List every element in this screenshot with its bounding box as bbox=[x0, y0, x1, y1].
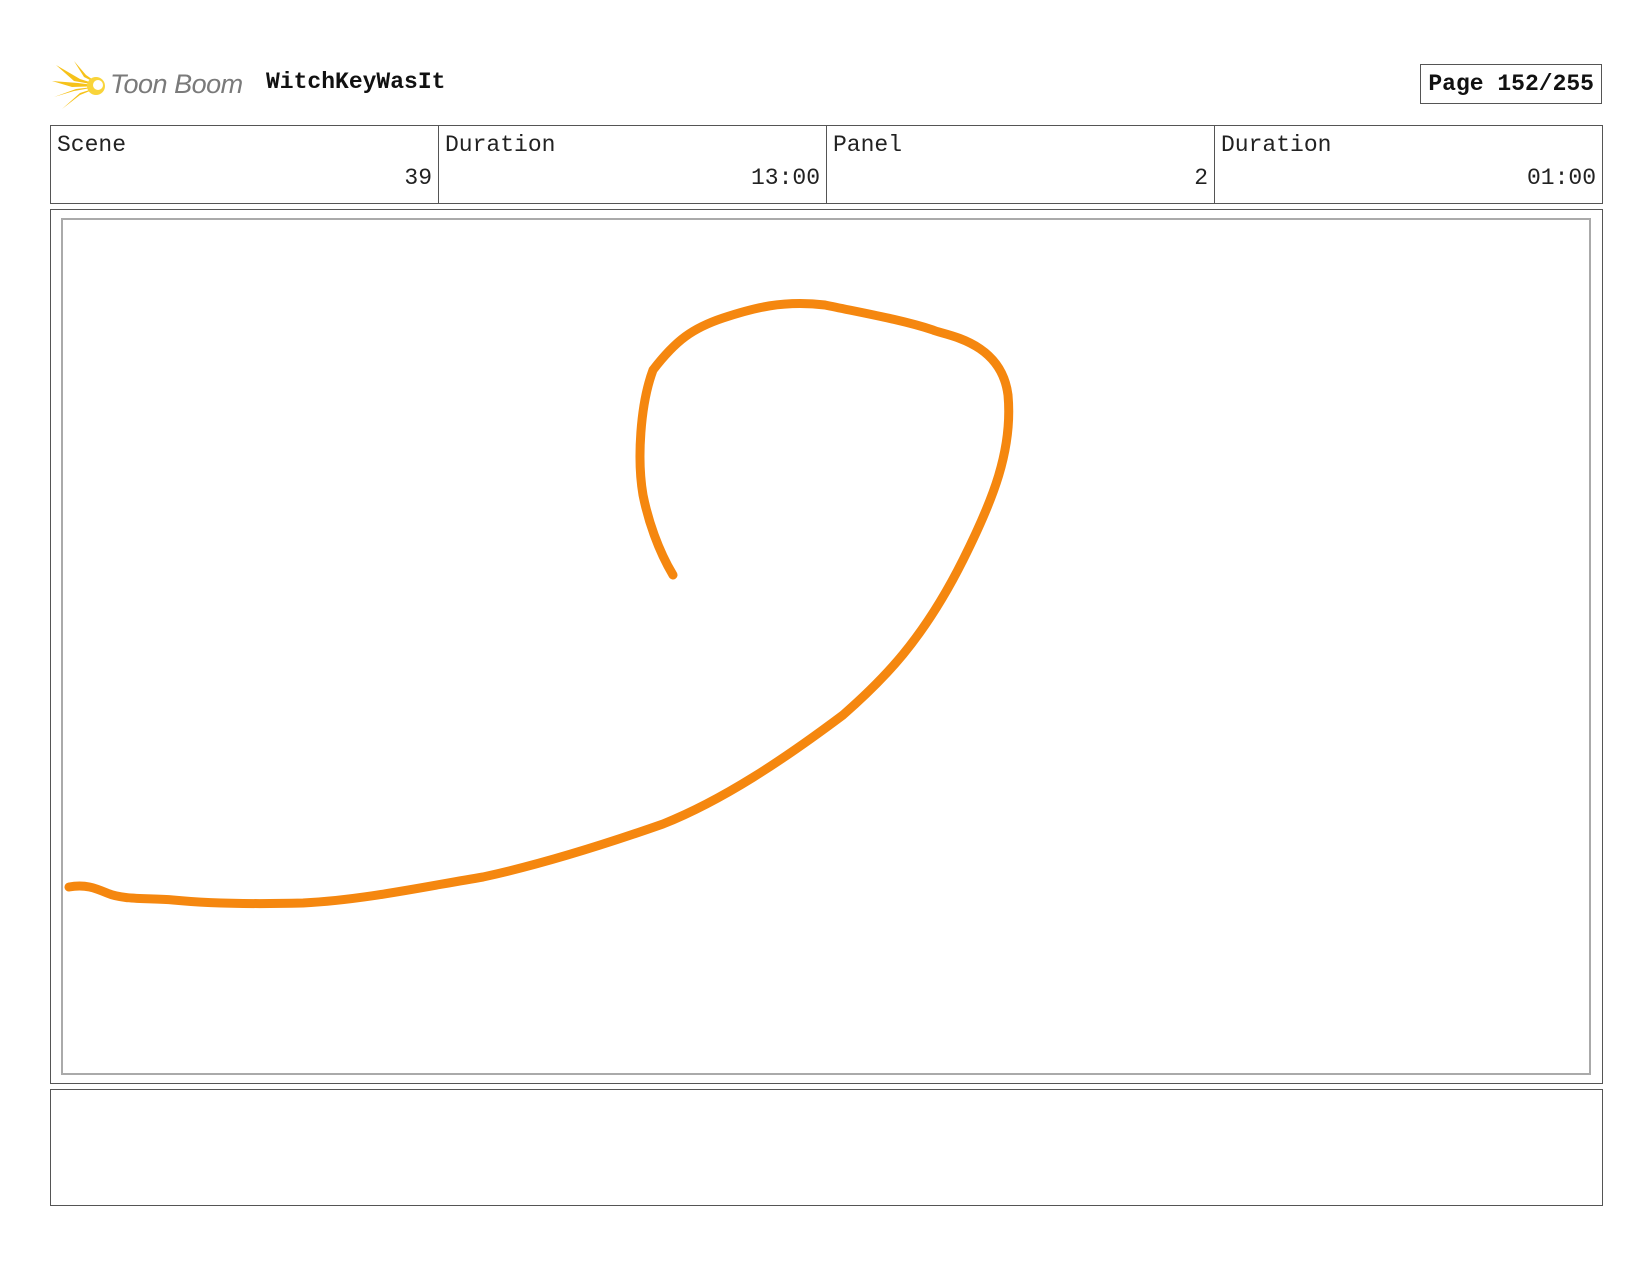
storyboard-panel-canvas bbox=[61, 218, 1591, 1075]
scene-info-row: Scene 39 Duration 13:00 Panel 2 Duration… bbox=[50, 125, 1603, 204]
scene-duration-label: Duration bbox=[445, 132, 556, 158]
project-title: WitchKeyWasIt bbox=[266, 69, 446, 95]
scene-value: 39 bbox=[404, 165, 432, 191]
panel-value: 2 bbox=[1194, 165, 1208, 191]
panel-notes-box bbox=[50, 1089, 1603, 1206]
panel-cell: Panel 2 bbox=[827, 126, 1215, 203]
starburst-icon bbox=[52, 61, 105, 109]
logo-wordmark: Toon Boom bbox=[110, 69, 243, 99]
storyboard-panel-frame bbox=[50, 209, 1603, 1084]
toon-boom-logo: Toon Boom bbox=[52, 59, 262, 111]
panel-drawing bbox=[64, 298, 1014, 909]
panel-duration-label: Duration bbox=[1221, 132, 1332, 158]
panel-label: Panel bbox=[833, 132, 903, 158]
scene-duration-cell: Duration 13:00 bbox=[439, 126, 827, 203]
scene-label: Scene bbox=[57, 132, 127, 158]
scene-duration-value: 13:00 bbox=[750, 165, 820, 191]
panel-duration-cell: Duration 01:00 bbox=[1215, 126, 1602, 203]
panel-duration-value: 01:00 bbox=[1526, 165, 1596, 191]
page-number-badge: Page 152/255 bbox=[1420, 64, 1602, 104]
scene-cell: Scene 39 bbox=[51, 126, 439, 203]
page-header: Toon Boom WitchKeyWasIt Page 152/255 bbox=[50, 55, 1602, 115]
orange-swirl-stroke bbox=[64, 298, 1014, 909]
